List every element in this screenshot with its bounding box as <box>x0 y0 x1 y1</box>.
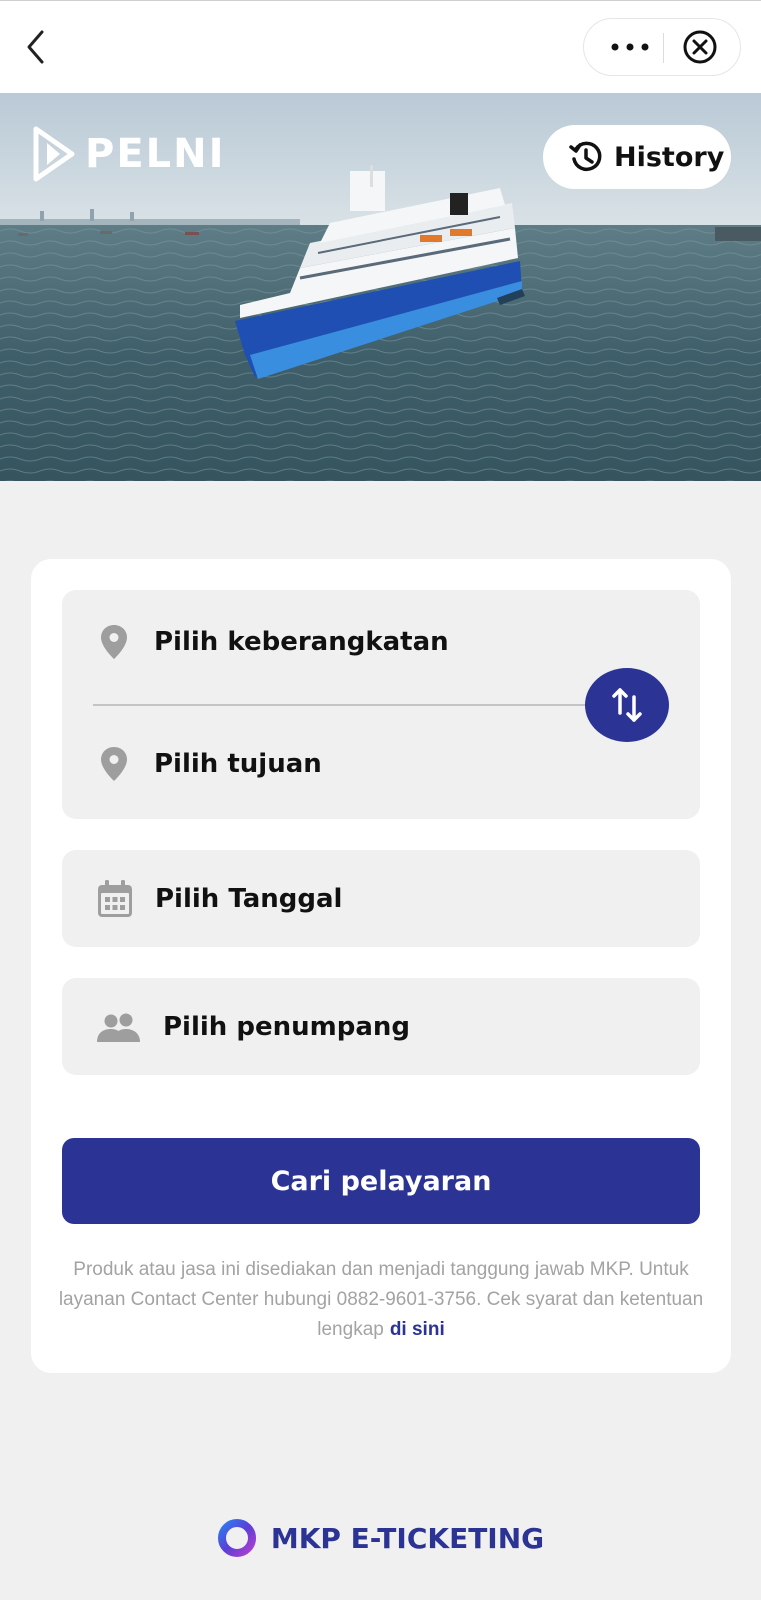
people-icon <box>97 1013 140 1042</box>
mkp-brand: MKP E-TICKETING <box>0 1518 761 1558</box>
logo-text: PELNI <box>85 131 226 177</box>
disclaimer-text: Produk atau jasa ini disediakan dan menj… <box>55 1255 707 1345</box>
disclaimer-body: Produk atau jasa ini disediakan dan menj… <box>58 1259 704 1340</box>
route-selector: Pilih keberangkatan Pilih tujuan <box>62 590 700 819</box>
history-button[interactable]: History <box>543 125 731 189</box>
close-circle-icon <box>683 30 717 64</box>
back-button[interactable] <box>22 27 52 67</box>
passenger-field[interactable]: Pilih penumpang <box>62 978 700 1075</box>
booking-card: Pilih keberangkatan Pilih tujuan Pilih T… <box>31 559 731 1373</box>
departure-field[interactable]: Pilih keberangkatan <box>100 612 449 672</box>
brand-text: MKP E-TICKETING <box>270 1521 545 1555</box>
search-voyage-button[interactable]: Cari pelayaran <box>62 1138 700 1224</box>
history-label: History <box>614 141 725 173</box>
more-button[interactable] <box>602 19 658 75</box>
close-button[interactable] <box>672 19 728 75</box>
departure-placeholder: Pilih keberangkatan <box>154 627 449 657</box>
pelni-logo: PELNI <box>33 126 226 182</box>
search-voyage-label: Cari pelayaran <box>270 1165 492 1197</box>
more-dots-icon <box>611 43 649 51</box>
chevron-left-icon <box>27 30 44 64</box>
route-divider <box>93 704 598 706</box>
calendar-icon <box>98 879 132 917</box>
location-pin-icon <box>101 747 127 781</box>
destination-placeholder: Pilih tujuan <box>154 749 322 779</box>
passenger-placeholder: Pilih penumpang <box>163 1011 410 1042</box>
date-placeholder: Pilih Tanggal <box>155 883 343 914</box>
swap-vertical-icon <box>612 688 642 722</box>
swap-route-button[interactable] <box>585 668 669 742</box>
destination-field[interactable]: Pilih tujuan <box>100 734 322 794</box>
mkp-logo-icon <box>217 1519 256 1557</box>
pelni-logo-mark-icon <box>33 126 75 182</box>
date-field[interactable]: Pilih Tanggal <box>62 850 700 947</box>
location-pin-icon <box>101 625 127 659</box>
terms-link[interactable]: di sini <box>390 1319 445 1340</box>
top-bar <box>0 0 761 93</box>
mini-app-capsule <box>583 18 741 76</box>
hero-banner: PELNI PELNI History <box>0 93 761 481</box>
history-icon <box>569 141 602 172</box>
capsule-divider <box>663 33 664 63</box>
